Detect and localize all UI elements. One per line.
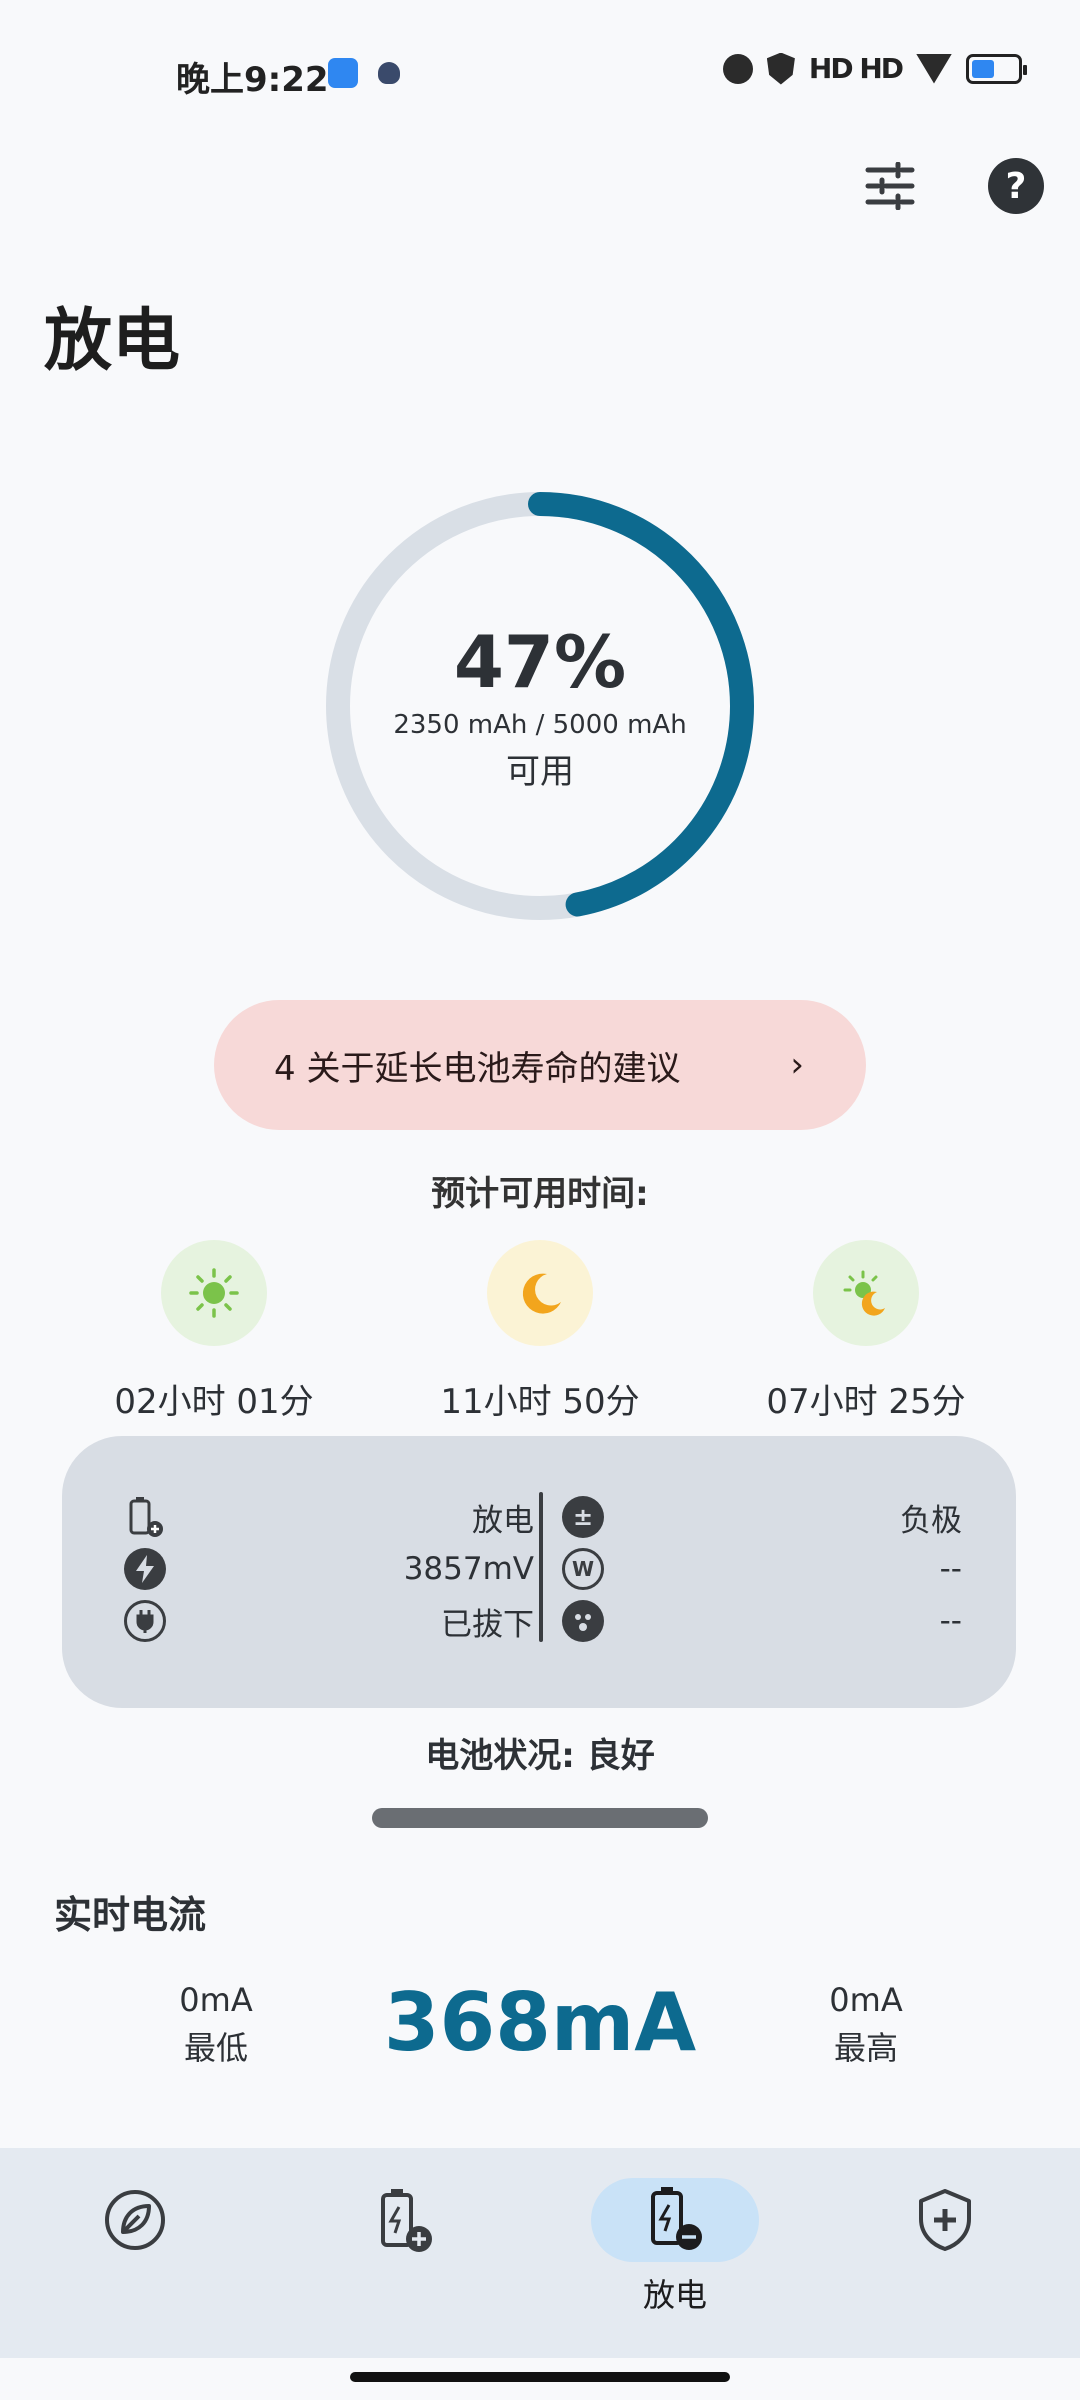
- estimate-time: 11小时 50分: [440, 1382, 640, 1422]
- estimate-item-night: 11小时 50分: [410, 1240, 670, 1423]
- app-notification-icon: [328, 58, 358, 88]
- battery-capacity: 2350 mAh / 5000 mAh: [393, 710, 687, 740]
- shield-plus-icon: [861, 2178, 1029, 2262]
- battery-charge-icon: [321, 2178, 489, 2262]
- battery-tips-button[interactable]: 4 关于延长电池寿命的建议 ›: [214, 1000, 866, 1130]
- polarity-icon: ±: [562, 1496, 604, 1538]
- info-row-watt: W --: [562, 1544, 962, 1594]
- plug-status: 已拔下: [441, 1606, 534, 1643]
- watt-icon: W: [562, 1548, 604, 1590]
- nav-item-discharge[interactable]: 放电: [590, 2178, 760, 2318]
- info-row-status: 放电: [124, 1492, 534, 1542]
- current-min-label: 最低: [183, 2029, 248, 2067]
- estimate-item-mixed: 07小时 25分: [736, 1240, 996, 1423]
- vpn-icon: [766, 52, 795, 85]
- discharge-status: 放电: [472, 1502, 534, 1539]
- page-title: 放电: [44, 302, 181, 381]
- info-divider: [539, 1492, 543, 1642]
- status-icons: HD HD: [722, 52, 1027, 85]
- voltage-value: 3857mV: [403, 1551, 534, 1587]
- nav-item-health[interactable]: [860, 2178, 1030, 2318]
- battery-info-card: 放电 3857mV 已拔下 ± 负极 W -- --: [62, 1436, 1016, 1708]
- current-min: 0mA 最低: [126, 1976, 306, 2072]
- info-row-plug: 已拔下: [124, 1596, 534, 1646]
- nfc-icon: [722, 53, 753, 84]
- available-label: 可用: [506, 752, 574, 792]
- chevron-right-icon: ›: [790, 1045, 804, 1085]
- home-indicator[interactable]: [350, 2372, 730, 2382]
- current-max-value: 0mA: [829, 1981, 903, 2019]
- current-section-title: 实时电流: [54, 1893, 207, 1937]
- help-icon[interactable]: ?: [988, 158, 1044, 214]
- sun-icon: [161, 1240, 267, 1346]
- current-max: 0mA 最高: [776, 1976, 956, 2072]
- status-time: 晚上9:22: [176, 60, 329, 100]
- leaf-icon: [51, 2178, 219, 2262]
- current-min-value: 0mA: [179, 1981, 253, 2019]
- battery-level: [972, 59, 994, 78]
- face-icon: [562, 1600, 604, 1642]
- nav-item-charge[interactable]: [320, 2178, 490, 2318]
- battery-plus-icon: [124, 1496, 166, 1538]
- estimate-time: 02小时 01分: [114, 1382, 314, 1422]
- health-bar: [372, 1808, 708, 1828]
- wifi-icon: [916, 53, 952, 84]
- sun-moon-icon: [813, 1240, 919, 1346]
- estimate-title: 预计可用时间:: [431, 1174, 649, 1214]
- estimate-time: 07小时 25分: [766, 1382, 966, 1422]
- estimate-item-day: 02小时 01分: [84, 1240, 344, 1423]
- current-max-label: 最高: [833, 2029, 898, 2067]
- polarity-value: 负极: [900, 1502, 962, 1539]
- battery-discharge-icon: [591, 2178, 759, 2262]
- tune-icon[interactable]: [862, 158, 918, 214]
- watt-value: --: [939, 1551, 962, 1587]
- moon-icon: [487, 1240, 593, 1346]
- status-bar: 晚上9:22 HD HD: [0, 0, 1080, 140]
- current-now-value: 368mA: [383, 1976, 697, 2069]
- nav-label-discharge: 放电: [642, 2276, 707, 2314]
- info-row-temp: --: [562, 1596, 962, 1646]
- battery-icon: [966, 53, 1027, 84]
- plug-icon: [124, 1600, 166, 1642]
- info-row-voltage: 3857mV: [124, 1544, 534, 1594]
- info-row-polarity: ± 负极: [562, 1492, 962, 1542]
- signal-icon: HD HD: [808, 52, 904, 85]
- bottom-nav: 放电: [0, 2148, 1080, 2358]
- battery-health: 电池状况: 良好: [425, 1736, 655, 1776]
- nav-item-saver[interactable]: [50, 2178, 220, 2318]
- gauge-center: 47% 2350 mAh / 5000 mAh 可用: [322, 620, 758, 793]
- battery-percent: 47%: [453, 620, 627, 704]
- cat-notification-icon: [378, 62, 400, 84]
- tips-text: 4 关于延长电池寿命的建议: [274, 1048, 681, 1089]
- bolt-icon: [124, 1548, 166, 1590]
- temp-value: --: [939, 1603, 962, 1639]
